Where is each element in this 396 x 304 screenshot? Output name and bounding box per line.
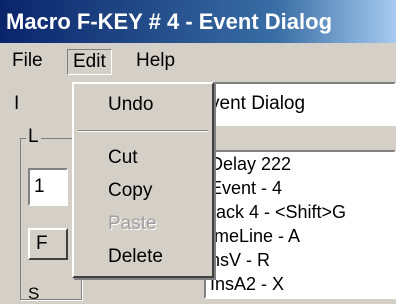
menu-file[interactable]: File: [6, 49, 49, 73]
event-listbox[interactable]: Delay 222 Event - 4 rack 4 - <Shift>G im…: [204, 150, 396, 299]
list-item[interactable]: nsV - R: [206, 248, 394, 272]
menu-item-paste: Paste: [108, 213, 157, 234]
list-item[interactable]: rack 4 - <Shift>G: [206, 200, 394, 224]
list-item[interactable]: imeLine - A: [206, 224, 394, 248]
list-item[interactable]: Delay 222: [206, 152, 394, 176]
menu-item-cut[interactable]: Cut: [108, 146, 138, 170]
menu-separator: [78, 130, 208, 132]
event-name-field[interactable]: vent Dialog: [204, 82, 396, 126]
menu-bar: File Edit Help: [0, 43, 396, 77]
menu-help[interactable]: Help: [130, 49, 181, 73]
menu-item-copy[interactable]: Copy: [108, 179, 152, 203]
edit-menu-dropdown: Undo Cut Copy Paste Delete: [72, 82, 214, 278]
title-bar: Macro F-KEY # 4 - Event Dialog: [0, 0, 396, 43]
list-item[interactable]: InsA2 - X: [206, 272, 394, 296]
menu-item-undo[interactable]: Undo: [108, 93, 153, 117]
window-title: Macro F-KEY # 4 - Event Dialog: [6, 9, 333, 34]
number-field[interactable]: 1: [28, 168, 68, 206]
field-label-partial: I: [14, 93, 20, 114]
menu-edit[interactable]: Edit: [67, 49, 112, 75]
menu-item-delete[interactable]: Delete: [108, 245, 163, 269]
group-box-caption: L: [26, 126, 41, 148]
list-item[interactable]: Event - 4: [206, 176, 394, 200]
group-button[interactable]: F: [28, 228, 68, 260]
bottom-label-partial: S: [28, 284, 40, 303]
